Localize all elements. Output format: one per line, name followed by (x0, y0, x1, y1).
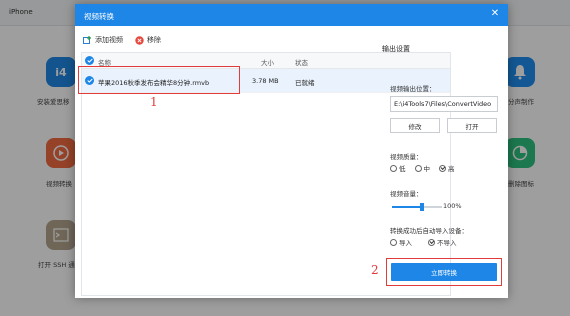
annotation-box-convert (386, 258, 502, 286)
close-icon: ✕ (490, 8, 500, 19)
column-size-header: 大小 (261, 59, 274, 67)
file-status: 已就绪 (295, 79, 315, 87)
annotation-number-1: 1 (150, 95, 158, 109)
quality-high-radio[interactable]: 高 (439, 163, 455, 173)
remove-label: 移除 (147, 36, 161, 44)
quality-medium-label: 中 (423, 165, 431, 173)
video-convert-dialog: 视频转换 ✕ 添加视频 移除 名称 大小 状态 苹果2016秋季发布会精华8分钟… (75, 4, 508, 298)
file-size: 3.78 MB (252, 77, 279, 85)
remove-icon (135, 35, 144, 45)
open-button[interactable]: 打开 (447, 118, 497, 133)
radio-icon (414, 164, 422, 172)
quality-low-radio[interactable]: 低 (390, 163, 406, 173)
modify-button[interactable]: 修改 (390, 118, 440, 133)
quality-radio-group: 低 中 高 (390, 163, 464, 173)
close-button[interactable]: ✕ (488, 7, 502, 21)
radio-checked-icon (439, 164, 446, 172)
settings-title: 输出设置 (382, 45, 410, 53)
annotation-number-2: 2 (371, 263, 379, 277)
volume-label: 视频音量： (390, 190, 423, 198)
add-video-button[interactable]: 添加视频 (83, 35, 123, 45)
import-radio-group: 导入 不导入 (390, 237, 466, 247)
dialog-title: 视频转换 (84, 12, 114, 21)
output-path-field[interactable] (390, 96, 498, 112)
radio-checked-icon (428, 238, 435, 246)
slider-thumb[interactable] (420, 203, 424, 211)
quality-low-label: 低 (399, 165, 406, 173)
check-icon (86, 58, 93, 63)
add-video-icon (83, 35, 91, 44)
import-radio[interactable]: 导入 (390, 237, 412, 247)
no-import-option-label: 不导入 (437, 239, 457, 247)
dialog-titlebar: 视频转换 ✕ (75, 4, 508, 26)
auto-import-label: 转换成功后自动导入设备： (390, 227, 468, 235)
import-option-label: 导入 (399, 239, 412, 247)
select-all-checkbox[interactable] (85, 56, 94, 65)
slider-fill (392, 206, 422, 208)
volume-slider[interactable] (392, 203, 442, 211)
add-video-label: 添加视频 (95, 36, 123, 44)
no-import-radio[interactable]: 不导入 (428, 237, 457, 247)
quality-high-label: 高 (448, 165, 455, 173)
dialog-toolbar: 添加视频 移除 (83, 33, 173, 47)
volume-value: 100% (443, 202, 462, 210)
radio-icon (390, 238, 397, 246)
quality-label: 视频质量： (390, 153, 423, 161)
quality-medium-radio[interactable]: 中 (414, 163, 431, 173)
output-location-label: 视频输出位置： (390, 85, 436, 93)
annotation-box-file (78, 66, 240, 94)
column-status-header: 状态 (295, 59, 308, 67)
radio-icon (390, 164, 397, 172)
remove-button[interactable]: 移除 (135, 35, 161, 45)
